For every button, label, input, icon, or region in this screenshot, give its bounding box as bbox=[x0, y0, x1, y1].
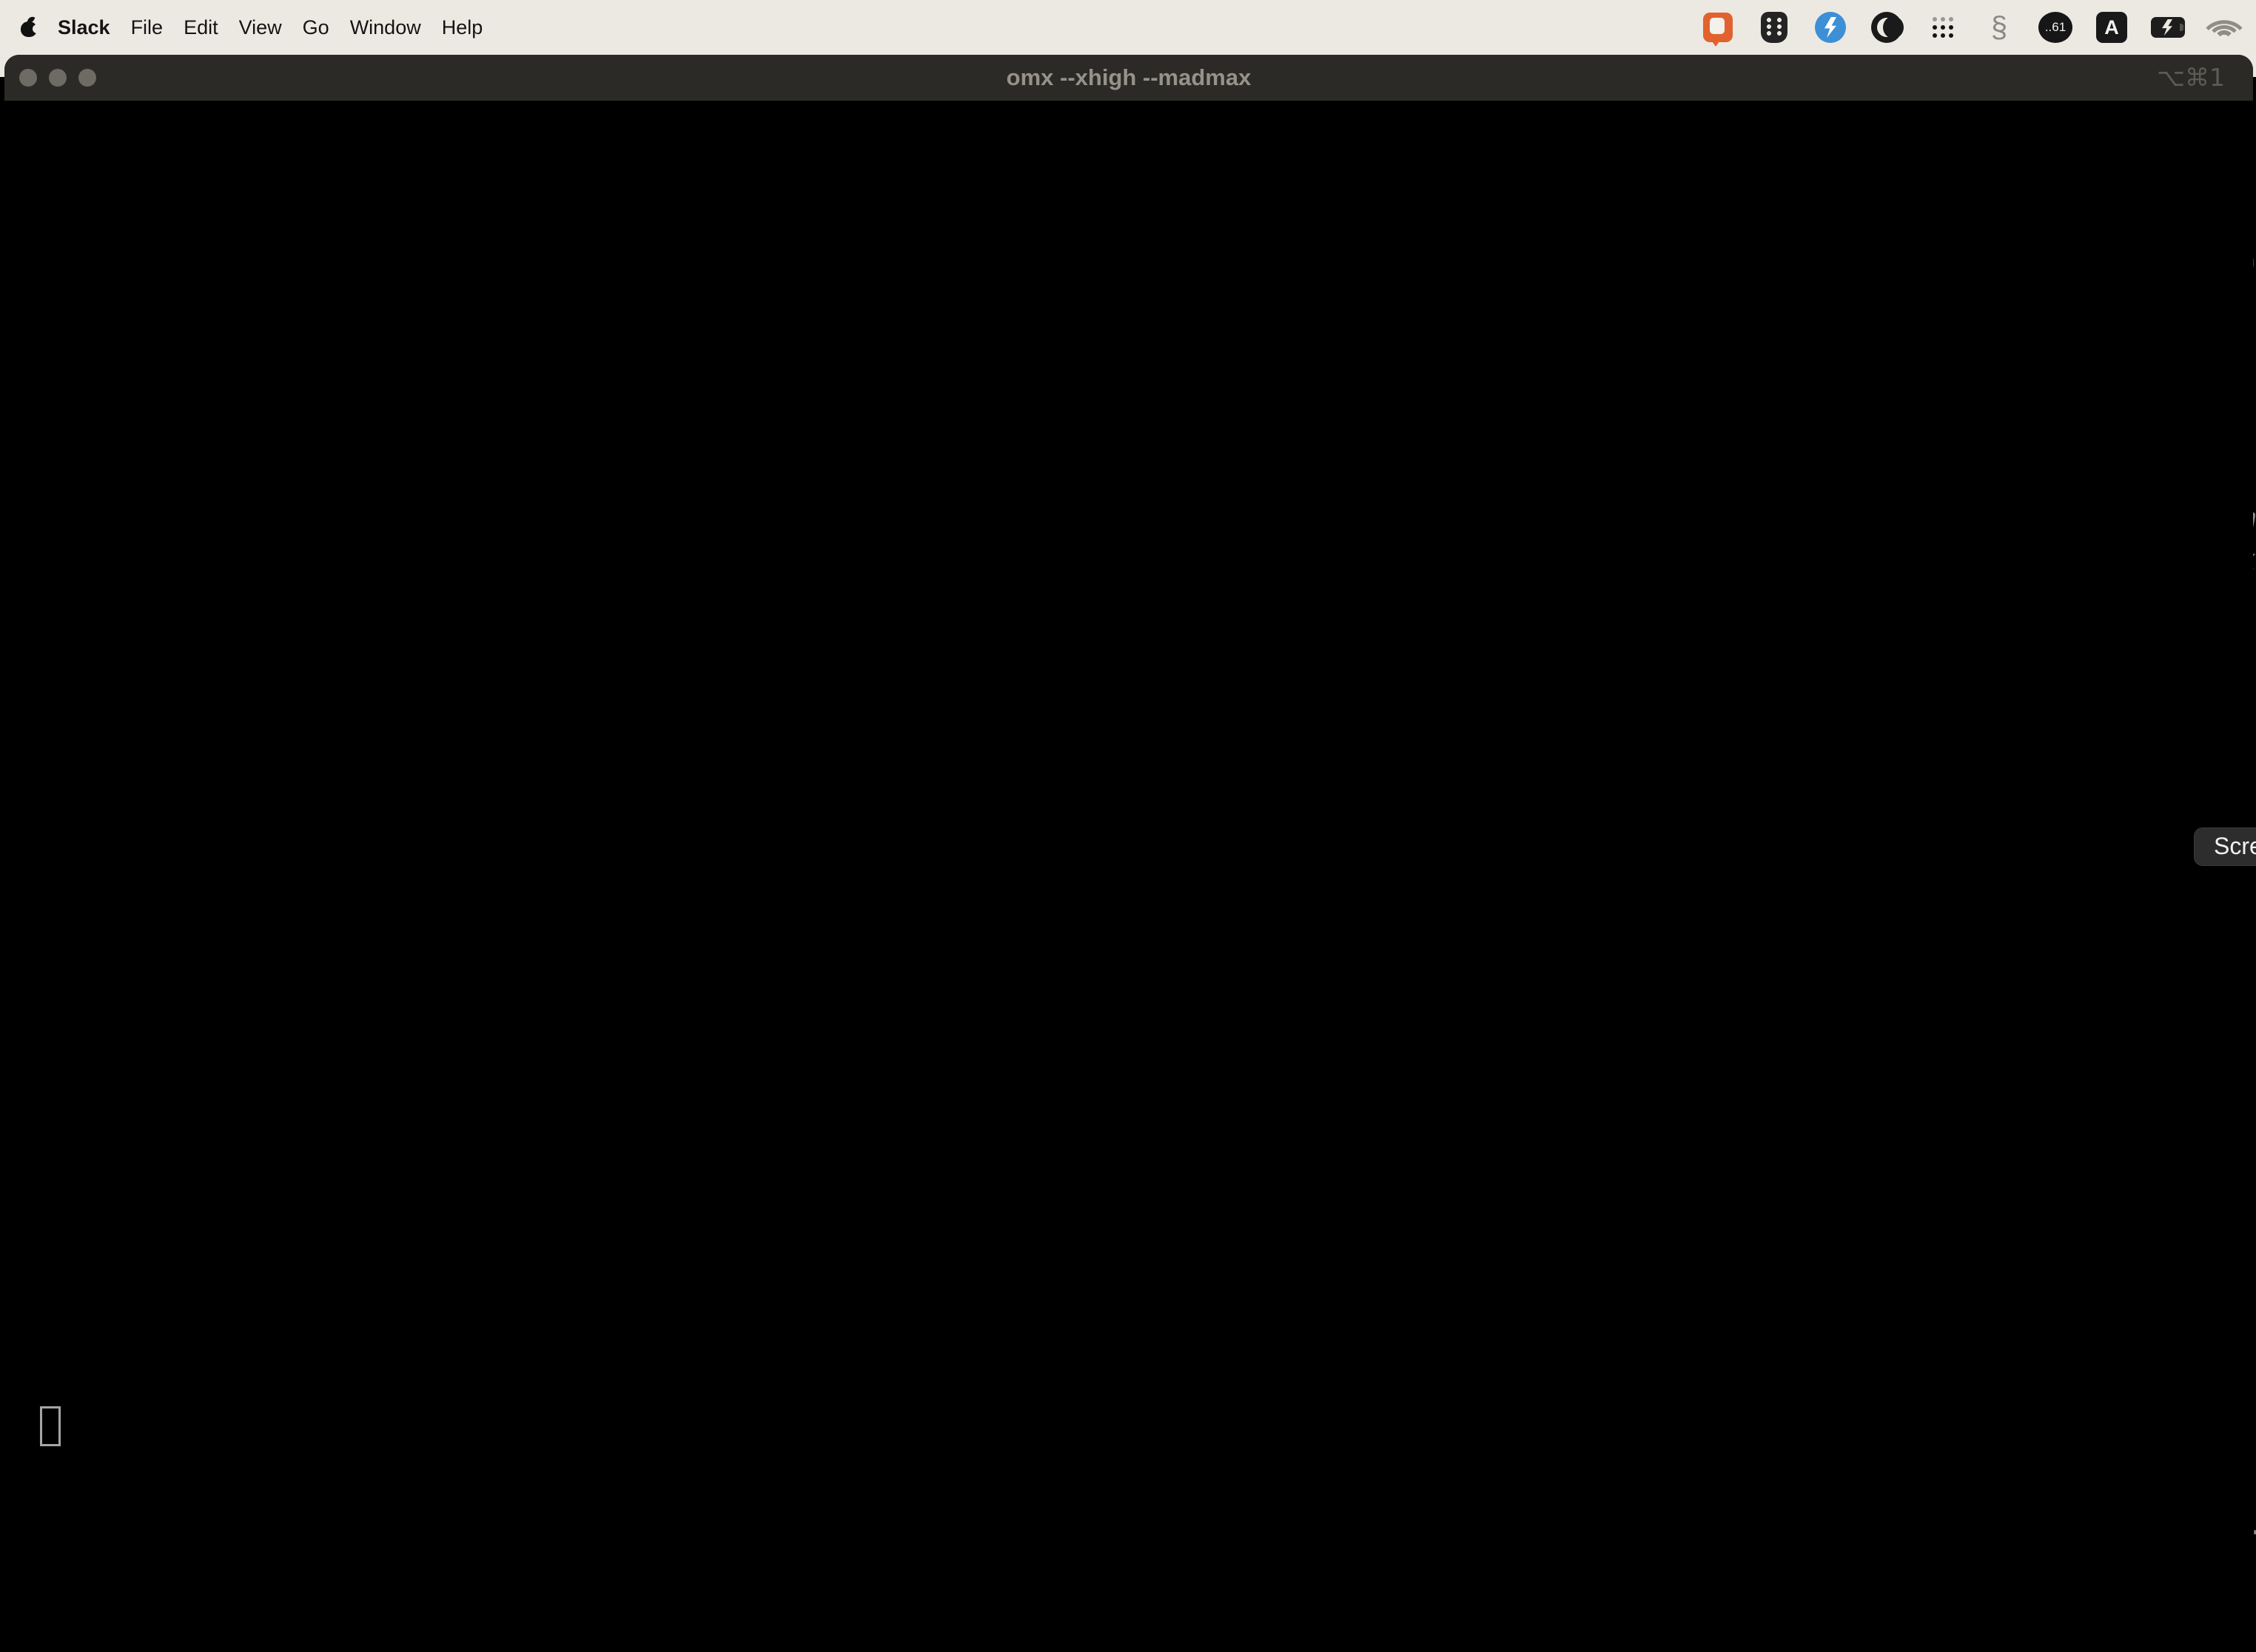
menu-window[interactable]: Window bbox=[350, 16, 421, 39]
battery-icon[interactable] bbox=[2151, 10, 2185, 44]
privacy-shield-icon[interactable] bbox=[1757, 10, 1791, 44]
window-shortcut-badge: ⌥⌘1 bbox=[2157, 55, 2225, 101]
menu-help[interactable]: Help bbox=[442, 16, 483, 39]
slack-notification-icon[interactable] bbox=[1701, 10, 1735, 44]
keyboard-layout-label: A bbox=[2096, 12, 2127, 43]
dots-grid-icon[interactable] bbox=[1926, 10, 1960, 44]
menu-app-name[interactable]: Slack bbox=[58, 16, 110, 39]
count-badge-label: ..61 bbox=[2038, 12, 2072, 43]
screen: Slack File Edit View Go Window Help § ..… bbox=[0, 0, 2256, 1652]
wifi-icon[interactable] bbox=[2207, 10, 2241, 44]
window-title: omx --xhigh --madmax bbox=[4, 55, 2253, 101]
keyboard-layout-icon[interactable]: A bbox=[2095, 10, 2129, 44]
menu-bar: Slack File Edit View Go Window Help § ..… bbox=[0, 0, 2256, 55]
bolt-app-icon[interactable] bbox=[1813, 10, 1847, 44]
screen-recorder-icon[interactable] bbox=[1870, 10, 1904, 44]
count-badge-icon[interactable]: ..61 bbox=[2038, 10, 2072, 44]
status-icons: § ..61 A bbox=[1701, 10, 2256, 44]
apple-menu-icon[interactable] bbox=[21, 18, 37, 37]
window-titlebar[interactable]: omx --xhigh --madmax ⌥⌘1 bbox=[4, 55, 2253, 101]
screen-tooltip: Scre bbox=[2194, 827, 2256, 866]
terminal-window: omx --xhigh --madmax ⌥⌘1 bbox=[4, 55, 2253, 1652]
menu-file[interactable]: File bbox=[131, 16, 164, 39]
hook-app-icon[interactable]: § bbox=[1982, 10, 2016, 44]
menu-view[interactable]: View bbox=[239, 16, 282, 39]
menu-bar-left: Slack File Edit View Go Window Help bbox=[0, 16, 483, 39]
menu-go[interactable]: Go bbox=[303, 16, 329, 39]
menu-edit[interactable]: Edit bbox=[184, 16, 218, 39]
terminal-cursor bbox=[40, 1406, 61, 1446]
